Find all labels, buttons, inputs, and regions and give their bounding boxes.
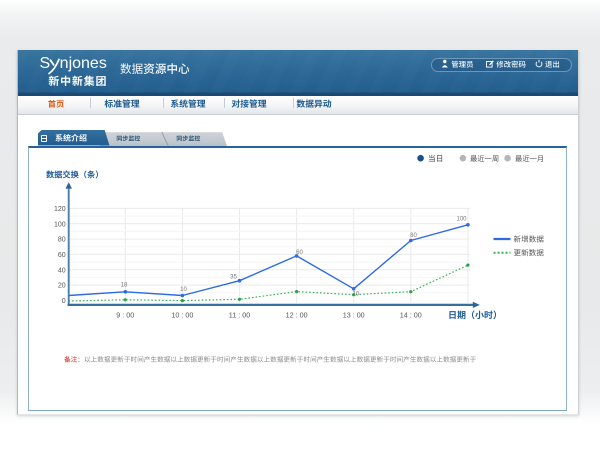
svg-text:80: 80	[410, 233, 417, 239]
svg-text:18: 18	[121, 283, 128, 289]
svg-text:10 : 00: 10 : 00	[171, 311, 193, 320]
svg-text:60: 60	[58, 252, 66, 259]
svg-text:12 : 00: 12 : 00	[286, 311, 308, 320]
svg-text:40: 40	[58, 267, 66, 274]
svg-text:9 : 00: 9 : 00	[116, 311, 134, 320]
svg-text:11 : 00: 11 : 00	[229, 311, 250, 320]
svg-text:120: 120	[54, 206, 66, 213]
svg-text:0: 0	[62, 298, 66, 305]
svg-text:35: 35	[230, 275, 237, 281]
svg-text:100: 100	[54, 221, 66, 228]
svg-text:100: 100	[456, 216, 467, 222]
svg-text:10: 10	[353, 292, 360, 298]
svg-text:14 : 00: 14 : 00	[400, 311, 422, 320]
svg-text:20: 20	[58, 283, 66, 290]
svg-text:60: 60	[296, 250, 303, 256]
svg-text:13 : 00: 13 : 00	[343, 311, 365, 320]
svg-text:80: 80	[58, 237, 66, 244]
svg-text:10: 10	[180, 287, 187, 293]
